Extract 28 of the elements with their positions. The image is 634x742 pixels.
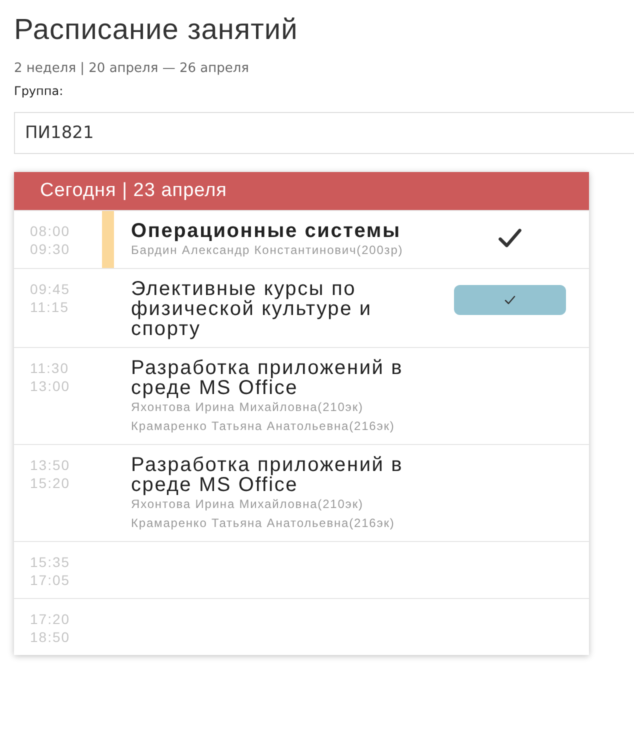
checkmark-icon — [504, 294, 516, 306]
end-time: 15:20 — [30, 475, 72, 491]
lesson-subject: Элективные курсы по физической культуре и спорту — [131, 279, 373, 339]
end-time: 09:30 — [30, 241, 72, 257]
confirm-button[interactable] — [454, 285, 566, 315]
teacher-name: Бардин Александр Константинович(200зр) — [131, 242, 404, 259]
week-range: 2 неделя | 20 апреля — 26 апреля — [14, 61, 250, 76]
start-time: 11:30 — [30, 360, 70, 376]
end-time: 17:05 — [30, 572, 72, 588]
teacher-name: Яхонтова Ирина Михайловна(210эк) — [131, 496, 364, 513]
end-time: 13:00 — [30, 378, 72, 394]
teacher-name: Крамаренко Татьяна Анатольевна(216эк) — [131, 418, 396, 435]
teacher-name: Крамаренко Татьяна Анатольевна(216эк) — [131, 515, 396, 532]
page-title: Расписание занятий — [14, 14, 299, 47]
lesson-subject: Операционные системы — [131, 221, 402, 241]
day-header: Сегодня | 23 апреля — [14, 172, 589, 210]
teacher-name: Яхонтова Ирина Михайловна(210эк) — [131, 399, 364, 416]
start-time: 09:45 — [30, 281, 72, 297]
start-time: 08:00 — [30, 223, 72, 239]
group-label: Группа: — [14, 84, 64, 98]
end-time: 11:15 — [30, 299, 70, 315]
end-time: 18:50 — [30, 629, 72, 645]
lesson-subject: Разработка приложений в среде MS Office — [131, 455, 404, 495]
start-time: 17:20 — [30, 611, 72, 627]
lesson-subject: Разработка приложений в среде MS Office — [131, 358, 404, 398]
start-time: 15:35 — [30, 554, 72, 570]
group-field[interactable]: ПИ1821 — [14, 112, 634, 154]
start-time: 13:50 — [30, 457, 72, 473]
